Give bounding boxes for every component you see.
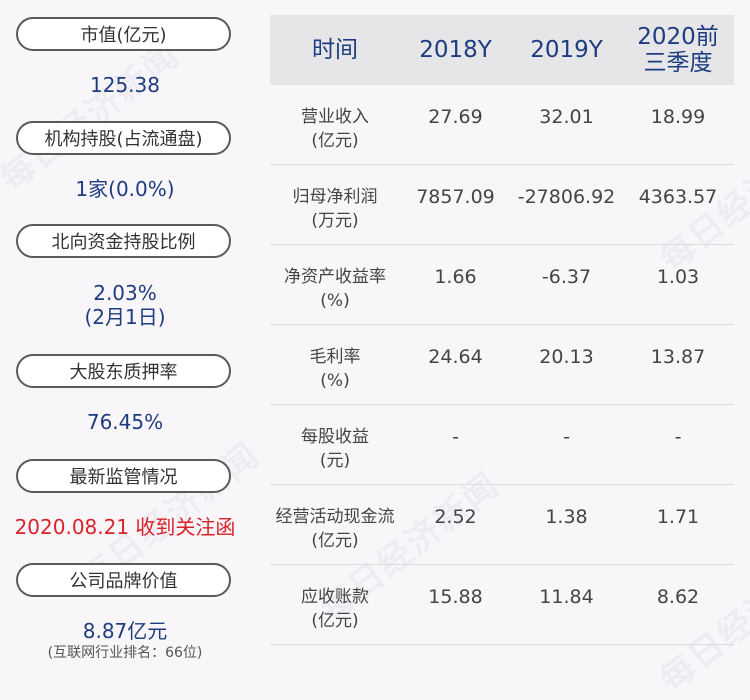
regulatory-status-value: 2020.08.21 收到关注函 bbox=[14, 515, 236, 539]
table-row: 毛利率 (%) 24.64 20.13 13.87 bbox=[270, 325, 734, 405]
brand-value-rank: (互联网行业排名：66位) bbox=[47, 645, 203, 661]
market-cap-value: 125.38 bbox=[90, 73, 160, 97]
row-label-name: 净资产收益率 bbox=[284, 267, 386, 287]
northbound-ratio-date: (2月1日) bbox=[84, 305, 166, 329]
pledge-rate-value: 76.45% bbox=[86, 410, 164, 434]
row-label-unit: (%) bbox=[320, 291, 350, 311]
row-label: 应收账款 (亿元) bbox=[270, 565, 400, 644]
pledge-rate-label: 大股东质押率 bbox=[16, 354, 231, 388]
row-label: 经营活动现金流 (亿元) bbox=[270, 485, 400, 564]
brand-value-value: 8.87亿元 (互联网行业排名：66位) bbox=[0, 619, 250, 663]
header-2020q3: 2020前三季度 bbox=[637, 24, 719, 76]
institution-holding-value: 1家(0.0%) bbox=[75, 177, 175, 201]
table-row: 每股收益 (元) - - - bbox=[270, 405, 734, 485]
table-cell: 27.69 bbox=[428, 106, 483, 128]
table-row: 归母净利润 (万元) 7857.09 -27806.92 4363.57 bbox=[270, 165, 734, 245]
row-label: 每股收益 (元) bbox=[270, 405, 400, 484]
header-period: 时间 bbox=[312, 37, 358, 63]
table-cell: 8.62 bbox=[656, 586, 700, 608]
row-label-unit: (元) bbox=[319, 451, 351, 471]
row-label-unit: (亿元) bbox=[311, 131, 359, 151]
row-label-unit: (万元) bbox=[311, 211, 359, 231]
table-cell: 2.52 bbox=[434, 506, 477, 528]
table-cell: 11.84 bbox=[539, 586, 594, 608]
table-cell: 1.66 bbox=[434, 266, 477, 288]
northbound-ratio-value: 2.03% (2月1日) bbox=[0, 281, 250, 329]
header-2018: 2018Y bbox=[419, 37, 492, 63]
table-header: 时间 2018Y 2019Y 2020前三季度 bbox=[270, 15, 734, 85]
institution-holding-label: 机构持股(占流通盘) bbox=[16, 121, 231, 155]
row-label-name: 经营活动现金流 bbox=[275, 507, 395, 527]
row-label-unit: (%) bbox=[320, 371, 350, 391]
table-cell: - bbox=[674, 426, 682, 448]
row-label-name: 应收账款 bbox=[301, 587, 369, 607]
table-row: 净资产收益率 (%) 1.66 -6.37 1.03 bbox=[270, 245, 734, 325]
table-cell: - bbox=[563, 426, 570, 448]
table-cell: 1.38 bbox=[545, 506, 588, 528]
table-cell: 18.99 bbox=[650, 106, 706, 128]
regulatory-status-label: 最新监管情况 bbox=[16, 459, 231, 493]
table-row: 应收账款 (亿元) 15.88 11.84 8.62 bbox=[270, 565, 734, 645]
row-label-name: 营业收入 bbox=[301, 107, 369, 127]
northbound-ratio-label: 北向资金持股比例 bbox=[16, 224, 231, 258]
table-cell: 1.71 bbox=[656, 506, 700, 528]
table-cell: 7857.09 bbox=[416, 186, 495, 208]
table-cell: -6.37 bbox=[541, 266, 592, 288]
row-label: 净资产收益率 (%) bbox=[270, 245, 400, 324]
brand-value-label: 公司品牌价值 bbox=[16, 563, 231, 597]
table-cell: 24.64 bbox=[428, 346, 483, 368]
brand-value-amount: 8.87亿元 bbox=[82, 619, 168, 643]
stock-summary-panel: 市值(亿元) 125.38 机构持股(占流通盘) 1家(0.0%) 北向资金持股… bbox=[0, 0, 250, 678]
row-label-unit: (亿元) bbox=[311, 611, 359, 631]
table-cell: -27806.92 bbox=[517, 186, 616, 208]
row-label: 毛利率 (%) bbox=[270, 325, 400, 404]
row-label-name: 每股收益 bbox=[301, 427, 369, 447]
northbound-ratio-percent: 2.03% bbox=[93, 281, 157, 305]
table-cell: 13.87 bbox=[650, 346, 706, 368]
table-row: 营业收入 (亿元) 27.69 32.01 18.99 bbox=[270, 85, 734, 165]
table-cell: 15.88 bbox=[428, 586, 483, 608]
table-cell: 4363.57 bbox=[638, 186, 718, 208]
financial-table: 时间 2018Y 2019Y 2020前三季度 营业收入 (亿元) 27.69 3… bbox=[270, 15, 734, 645]
header-2019: 2019Y bbox=[530, 37, 603, 63]
market-cap-label: 市值(亿元) bbox=[16, 17, 231, 51]
table-cell: 32.01 bbox=[539, 106, 594, 128]
table-row: 经营活动现金流 (亿元) 2.52 1.38 1.71 bbox=[270, 485, 734, 565]
row-label-unit: (亿元) bbox=[311, 531, 359, 551]
row-label-name: 毛利率 bbox=[309, 347, 361, 367]
row-label-name: 归母净利润 bbox=[292, 187, 378, 207]
row-label: 营业收入 (亿元) bbox=[270, 85, 400, 164]
table-cell: 20.13 bbox=[539, 346, 594, 368]
table-cell: 1.03 bbox=[656, 266, 700, 288]
table-cell: - bbox=[452, 426, 459, 448]
row-label: 归母净利润 (万元) bbox=[270, 165, 400, 244]
